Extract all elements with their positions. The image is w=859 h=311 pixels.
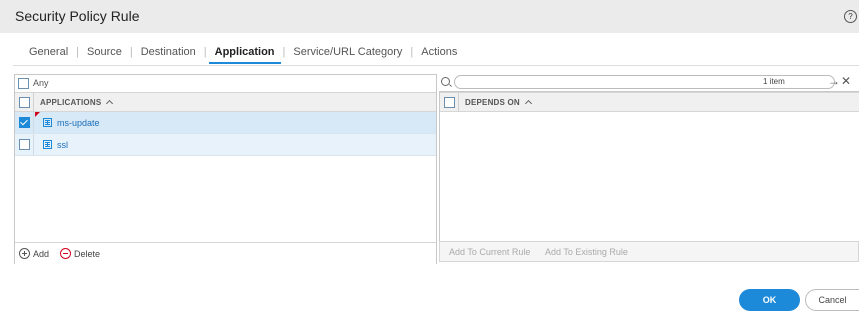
tab-application[interactable]: Application [208, 45, 281, 64]
cancel-button[interactable]: Cancel [805, 289, 859, 311]
add-icon [19, 248, 30, 259]
application-icon [43, 140, 52, 149]
delete-button[interactable]: Delete [60, 247, 100, 260]
tab-separator: | [76, 46, 79, 58]
table-row[interactable]: ssl [15, 134, 436, 156]
add-to-existing-rule-button[interactable]: Add To Existing Rule [545, 247, 628, 257]
tab-service-url-category[interactable]: Service/URL Category [287, 45, 408, 62]
any-checkbox[interactable] [18, 78, 29, 89]
sort-ascending-icon [106, 99, 114, 108]
applications-panel: Any APPLICATIONS ms-update ssl Add Delet… [14, 74, 437, 264]
depends-on-column-header[interactable]: DEPENDS ON [465, 98, 532, 108]
select-all-checkbox[interactable] [19, 97, 30, 108]
column-divider [33, 112, 34, 133]
select-all-checkbox[interactable] [444, 97, 455, 108]
depends-on-grid: DEPENDS ON [439, 91, 859, 242]
depends-on-grid-header: DEPENDS ON [440, 92, 859, 112]
search-icon [441, 77, 450, 86]
close-icon[interactable]: ✕ [841, 74, 851, 88]
tab-separator: | [282, 46, 286, 58]
applications-grid-header: APPLICATIONS [15, 92, 436, 112]
dialog-title: Security Policy Rule [15, 8, 140, 24]
tab-separator: | [203, 46, 207, 58]
tab-general[interactable]: General [23, 45, 74, 62]
any-label: Any [33, 78, 49, 88]
tab-source[interactable]: Source [81, 45, 128, 62]
column-divider [33, 134, 34, 155]
any-row: Any [15, 75, 436, 92]
column-divider [458, 93, 459, 111]
application-icon [43, 118, 52, 127]
ok-button[interactable]: OK [739, 289, 800, 311]
modified-flag-icon [35, 112, 40, 117]
dialog-titlebar: Security Policy Rule ? [0, 0, 859, 33]
depends-on-toolbar: Add To Current Rule Add To Existing Rule [439, 241, 859, 262]
add-to-current-rule-button[interactable]: Add To Current Rule [449, 247, 530, 257]
applications-column-header[interactable]: APPLICATIONS [40, 98, 114, 108]
tab-actions[interactable]: Actions [415, 45, 463, 62]
column-divider [33, 93, 34, 111]
add-button[interactable]: Add [19, 247, 49, 260]
tab-separator: | [129, 46, 133, 58]
tabs-divider [13, 65, 859, 66]
tab-separator: | [410, 46, 414, 58]
row-checkbox[interactable] [19, 139, 30, 150]
row-checkbox[interactable] [19, 117, 30, 128]
applications-toolbar: Add Delete [15, 242, 436, 264]
depends-on-panel: 1 item → ✕ DEPENDS ON Add To Current Rul… [439, 74, 859, 262]
item-count: 1 item [763, 77, 785, 86]
tab-destination[interactable]: Destination [135, 45, 202, 62]
sort-ascending-icon [524, 99, 532, 108]
application-name[interactable]: ssl [57, 140, 68, 150]
table-row[interactable]: ms-update [15, 112, 436, 134]
tab-bar: General | Source | Destination | Applica… [23, 45, 463, 64]
application-name[interactable]: ms-update [57, 118, 100, 128]
delete-icon [60, 248, 71, 259]
help-icon[interactable]: ? [844, 10, 857, 23]
arrow-right-icon[interactable]: → [828, 74, 840, 88]
